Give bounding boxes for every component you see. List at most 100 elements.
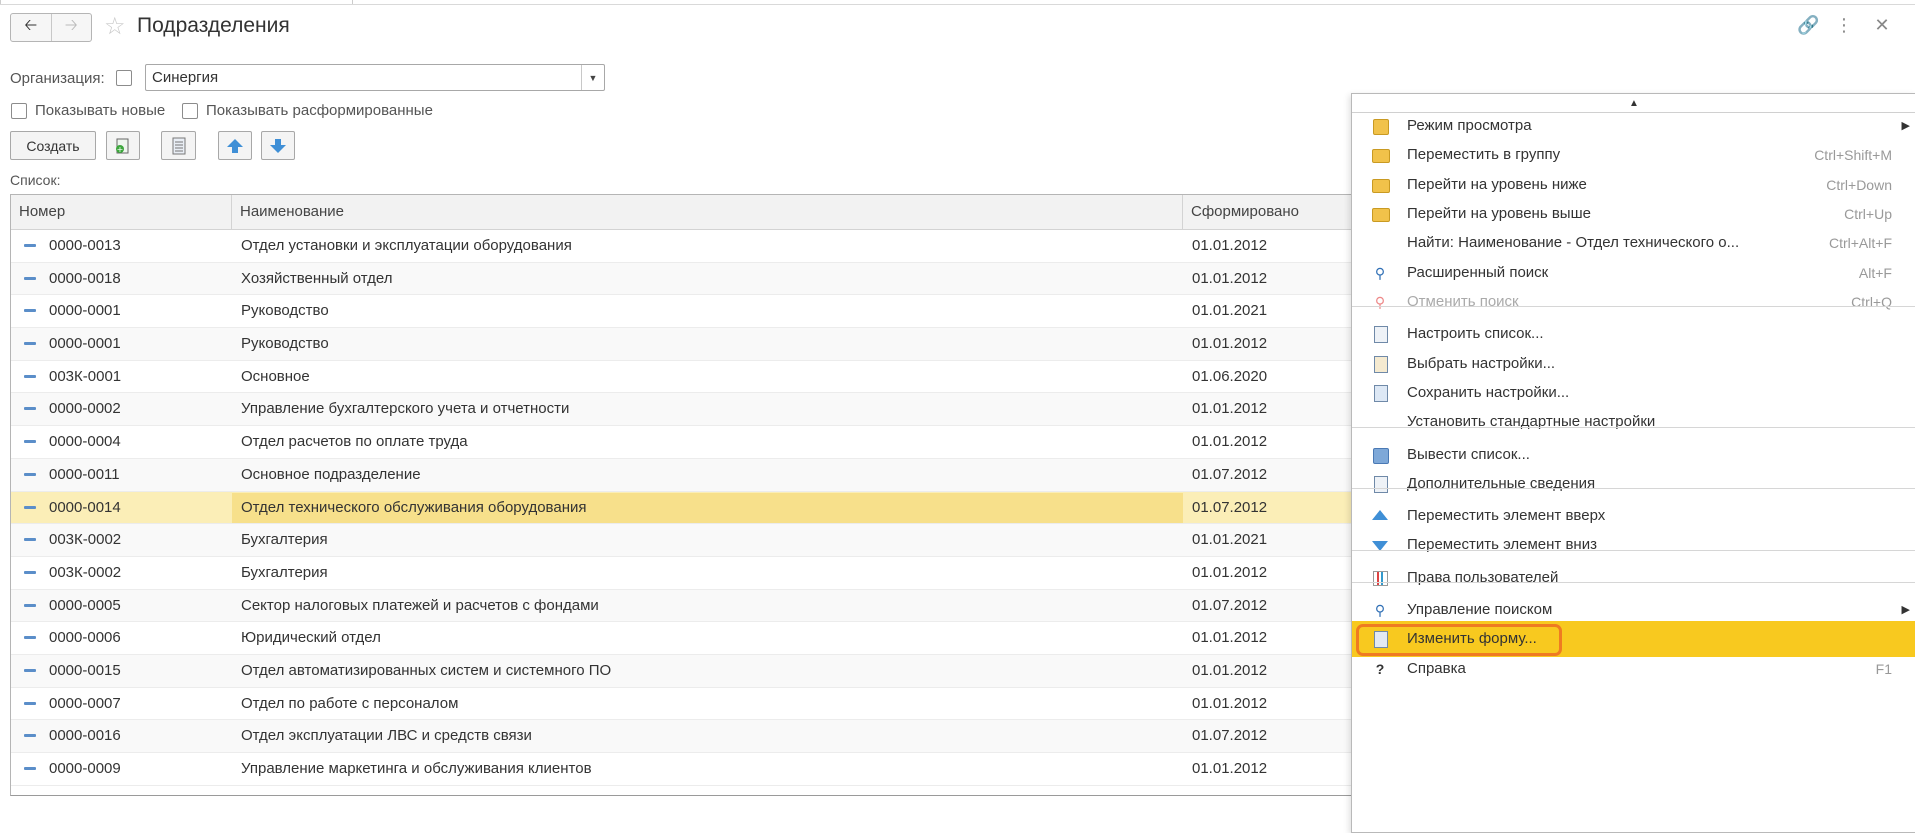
- table-row[interactable]: 003К-0002 Бухгалтерия 01.01.2012: [11, 557, 1391, 590]
- menu-item[interactable]: Переместить элемент вниз: [1352, 527, 1915, 563]
- element-icon: [24, 440, 36, 444]
- menu-item[interactable]: ⚲ Отменить поиск Ctrl+Q: [1352, 284, 1915, 320]
- dropdown-icon[interactable]: ▼: [581, 65, 604, 90]
- table-row[interactable]: 0000-0009 Управление маркетинга и обслужи…: [11, 753, 1391, 786]
- table-row[interactable]: 0000-0002 Управление бухгалтерского учета…: [11, 393, 1391, 427]
- element-icon: [24, 342, 36, 346]
- move-to-group-icon: [1371, 146, 1390, 164]
- table-row[interactable]: 0000-0006 Юридический отдел 01.01.2012: [11, 622, 1391, 655]
- configure-list-icon: [1371, 325, 1389, 343]
- cell-formed-date: 01.07.2012: [1192, 465, 1268, 483]
- organization-checkbox[interactable]: [116, 70, 132, 86]
- close-icon[interactable]: ✕: [1873, 15, 1891, 36]
- cell-number: 0000-0001: [49, 302, 121, 320]
- cell-number: 0000-0018: [49, 269, 121, 287]
- cell-name: Управление маркетинга и обслуживания кли…: [241, 760, 592, 777]
- cell-formed-date: 01.07.2012: [1192, 498, 1268, 516]
- table-row[interactable]: 0000-0004 Отдел расчетов по оплате труда 0…: [11, 426, 1391, 459]
- element-icon: [24, 603, 36, 607]
- table-row[interactable]: 0000-0016 Отдел эксплуатации ЛВС и средст…: [11, 720, 1391, 753]
- element-icon: [24, 407, 36, 411]
- show-new-checkbox[interactable]: [11, 102, 27, 119]
- forward-button[interactable]: 🡢: [50, 14, 92, 41]
- cell-name: Отдел технического обслуживания оборудов…: [232, 492, 1183, 523]
- element-icon: [24, 309, 36, 313]
- top-border: [0, 0, 1915, 5]
- table-row[interactable]: 0000-0014 Отдел технического обслуживания…: [11, 491, 1391, 525]
- cell-formed-date: 01.07.2012: [1192, 596, 1268, 614]
- organization-value: Синергия: [152, 69, 219, 86]
- element-icon: [24, 244, 36, 247]
- cell-name: Управление бухгалтерского учета и отчетн…: [241, 400, 570, 418]
- table-header: Номер Наименование Сформировано: [11, 195, 1391, 230]
- cell-number: 0000-0009: [49, 760, 121, 777]
- element-icon: [24, 734, 36, 738]
- departments-table[interactable]: Номер Наименование Сформировано 0000-001…: [10, 194, 1391, 796]
- cell-formed-date: 01.01.2012: [1192, 433, 1268, 451]
- table-row[interactable]: 003К-0001 Основное 01.06.2020: [11, 361, 1391, 394]
- cell-name: Бухгалтерия: [241, 531, 328, 549]
- organization-field[interactable]: Синергия ▼: [145, 64, 605, 91]
- table-row[interactable]: 0000-0007 Отдел по работе с персоналом 01.…: [11, 688, 1391, 721]
- arrow-left-icon: 🡠: [24, 17, 38, 34]
- report-button[interactable]: [161, 131, 196, 160]
- table-row[interactable]: 0000-0011 Основное подразделение 01.07.201…: [11, 458, 1391, 492]
- more-options-icon[interactable]: ⋮: [1835, 15, 1853, 36]
- cell-name: Отдел эксплуатации ЛВС и средств связи: [241, 727, 532, 745]
- svg-text:+: +: [117, 145, 124, 154]
- table-row[interactable]: 0000-0001 Руководство 01.01.2021: [11, 295, 1391, 329]
- table-row[interactable]: 0000-0005 Сектор налоговых платежей и рас…: [11, 589, 1391, 623]
- create-button[interactable]: Создать: [10, 131, 96, 160]
- menu-item[interactable]: ? Справка F1: [1352, 651, 1915, 687]
- cell-number: 0000-0002: [49, 400, 121, 418]
- user-rights-icon: [1371, 569, 1389, 587]
- table-row[interactable]: 0000-0015 Отдел автоматизированных систем…: [11, 654, 1391, 688]
- move-up-button[interactable]: [218, 131, 252, 160]
- level-up-icon: [1371, 205, 1390, 223]
- menu-item[interactable]: Права пользователей: [1352, 560, 1915, 596]
- table-row[interactable]: 0000-0018 Хозяйственный отдел 01.01.2012: [11, 262, 1391, 296]
- cell-number: 0000-0011: [49, 465, 120, 483]
- table-row[interactable]: 0000-0013 Отдел установки и эксплуатации …: [11, 230, 1391, 263]
- cell-number: 0000-0001: [49, 335, 121, 353]
- menu-item[interactable]: Дополнительные сведения: [1352, 466, 1915, 502]
- menu-item-label: Переместить элемент вниз: [1407, 536, 1597, 553]
- table-row[interactable]: 003К-0002 Бухгалтерия 01.01.2021: [11, 524, 1391, 557]
- copy-button[interactable]: +: [106, 131, 140, 160]
- cell-formed-date: 01.01.2012: [1192, 694, 1268, 712]
- menu-item-label: Отменить поиск: [1407, 293, 1519, 310]
- element-icon: [24, 276, 36, 280]
- document-icon: [172, 137, 185, 154]
- cell-formed-date: 01.01.2021: [1192, 531, 1268, 549]
- table-row[interactable]: 0000-0001 Руководство 01.01.2012: [11, 328, 1391, 361]
- cell-name: Юридический отдел: [241, 629, 381, 647]
- level-down-icon: [1371, 176, 1390, 194]
- show-disbanded-checkbox[interactable]: [182, 102, 198, 119]
- arrow-down-icon: [270, 138, 286, 153]
- cancel-search-icon: ⚲: [1374, 294, 1386, 310]
- back-button[interactable]: 🡠: [11, 14, 51, 41]
- page-title: Подразделения: [137, 14, 290, 37]
- arrow-up-icon: [227, 138, 243, 153]
- show-disbanded-option[interactable]: Показывать расформированные: [182, 102, 433, 119]
- cell-formed-date: 01.01.2012: [1192, 661, 1268, 679]
- cell-formed-date: 01.01.2012: [1192, 269, 1268, 287]
- move-down-button[interactable]: [261, 131, 295, 160]
- menu-item[interactable]: Установить стандартные настройки: [1352, 404, 1915, 440]
- help-icon: ?: [1375, 661, 1385, 677]
- menu-item-label: Дополнительные сведения: [1407, 475, 1596, 492]
- column-header-name[interactable]: Наименование: [232, 195, 1183, 229]
- cell-name: Отдел по работе с персоналом: [241, 694, 459, 712]
- cell-number: 0000-0016: [49, 727, 121, 745]
- cell-name: Отдел установки и эксплуатации оборудова…: [241, 237, 572, 254]
- menu-item-shortcut: F1: [1875, 661, 1892, 677]
- cell-name: Бухгалтерия: [241, 563, 328, 581]
- show-new-option[interactable]: Показывать новые: [11, 102, 165, 119]
- favorite-star-icon[interactable]: ☆: [104, 13, 126, 41]
- column-header-number[interactable]: Номер: [11, 195, 232, 229]
- link-icon[interactable]: 🔗: [1797, 15, 1819, 36]
- navigation-buttons: 🡠 🡢: [10, 13, 92, 42]
- cell-name: Основное подразделение: [241, 465, 421, 483]
- element-icon: [24, 374, 36, 378]
- additional-info-icon: [1371, 475, 1389, 493]
